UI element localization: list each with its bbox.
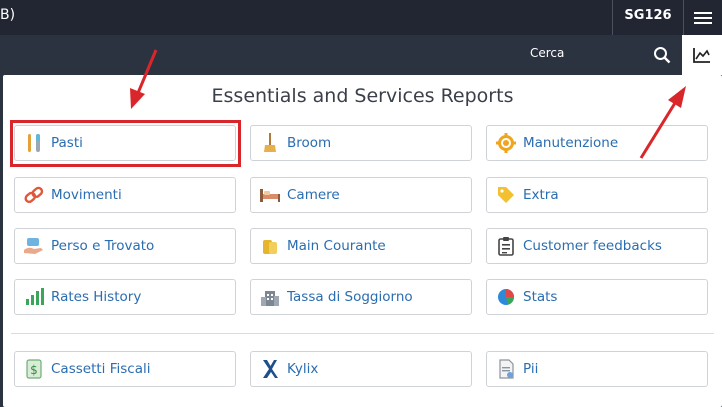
- report-tile-movimenti[interactable]: Movimenti: [14, 177, 236, 213]
- report-tile-kylix[interactable]: Kylix: [250, 351, 472, 387]
- document-icon: [495, 358, 517, 380]
- report-tile-manutenzione[interactable]: Manutenzione: [486, 125, 708, 161]
- coins-icon: [259, 235, 281, 257]
- report-tile-tassa-di-soggiorno[interactable]: Tassa di Soggiorno: [250, 279, 472, 315]
- report-tile-extra[interactable]: Extra: [486, 177, 708, 213]
- reports-panel: Essentials and Services Reports Pasti Br…: [3, 75, 722, 407]
- report-label: Movimenti: [51, 187, 122, 203]
- search-icon: [654, 47, 671, 64]
- kylix-icon: [259, 358, 281, 380]
- report-tile-main-courante[interactable]: Main Courante: [250, 228, 472, 264]
- report-label: Cassetti Fiscali: [51, 361, 151, 377]
- report-label: Main Courante: [287, 238, 386, 254]
- report-label: Extra: [523, 187, 559, 203]
- report-label: Camere: [287, 187, 340, 203]
- hand-icon: [23, 235, 45, 257]
- report-tile-customer-feedbacks[interactable]: Customer feedbacks: [486, 228, 708, 264]
- svg-text:$: $: [30, 363, 38, 377]
- highlight-box: [10, 120, 241, 167]
- report-label: Customer feedbacks: [523, 238, 662, 254]
- brand-text[interactable]: B): [0, 7, 15, 23]
- report-label: Kylix: [287, 361, 319, 377]
- top-bar: B) SG126: [0, 0, 722, 35]
- gear-icon: [495, 132, 517, 154]
- bed-icon: [259, 184, 281, 206]
- divider: [612, 0, 613, 35]
- cash-icon: $: [23, 358, 45, 380]
- report-tile-perso-e-trovato[interactable]: Perso e Trovato: [14, 228, 236, 264]
- reports-button[interactable]: [682, 35, 722, 75]
- report-tile-broom[interactable]: Broom: [250, 125, 472, 161]
- report-label: Stats: [523, 289, 558, 305]
- pie-chart-icon: [495, 286, 517, 308]
- report-label: Rates History: [51, 289, 142, 305]
- search-label[interactable]: Cerca: [530, 46, 564, 60]
- report-label: Broom: [287, 135, 332, 151]
- link-icon: [23, 184, 45, 206]
- clipboard-icon: [495, 235, 517, 257]
- report-tile-cassetti-fiscali[interactable]: $ Cassetti Fiscali: [14, 351, 236, 387]
- report-label: Perso e Trovato: [51, 238, 155, 254]
- panel-title: Essentials and Services Reports: [211, 85, 514, 107]
- tag-icon: [495, 184, 517, 206]
- report-label: Tassa di Soggiorno: [287, 289, 413, 305]
- report-tile-rates-history[interactable]: Rates History: [14, 279, 236, 315]
- secondary-bar: Cerca: [0, 35, 722, 75]
- report-tile-pii[interactable]: Pii: [486, 351, 708, 387]
- hamburger-menu-button[interactable]: [684, 0, 722, 35]
- report-label: Pii: [523, 361, 539, 377]
- search-button[interactable]: [648, 41, 676, 69]
- hotel-code-button[interactable]: SG126: [614, 0, 682, 35]
- bar-chart-icon: [23, 286, 45, 308]
- section-divider: [11, 333, 714, 334]
- report-label: Manutenzione: [523, 135, 619, 151]
- line-chart-icon: [693, 48, 710, 63]
- building-icon: [259, 286, 281, 308]
- hamburger-icon: [694, 11, 712, 24]
- report-tile-camere[interactable]: Camere: [250, 177, 472, 213]
- report-tile-stats[interactable]: Stats: [486, 279, 708, 315]
- broom-icon: [259, 132, 281, 154]
